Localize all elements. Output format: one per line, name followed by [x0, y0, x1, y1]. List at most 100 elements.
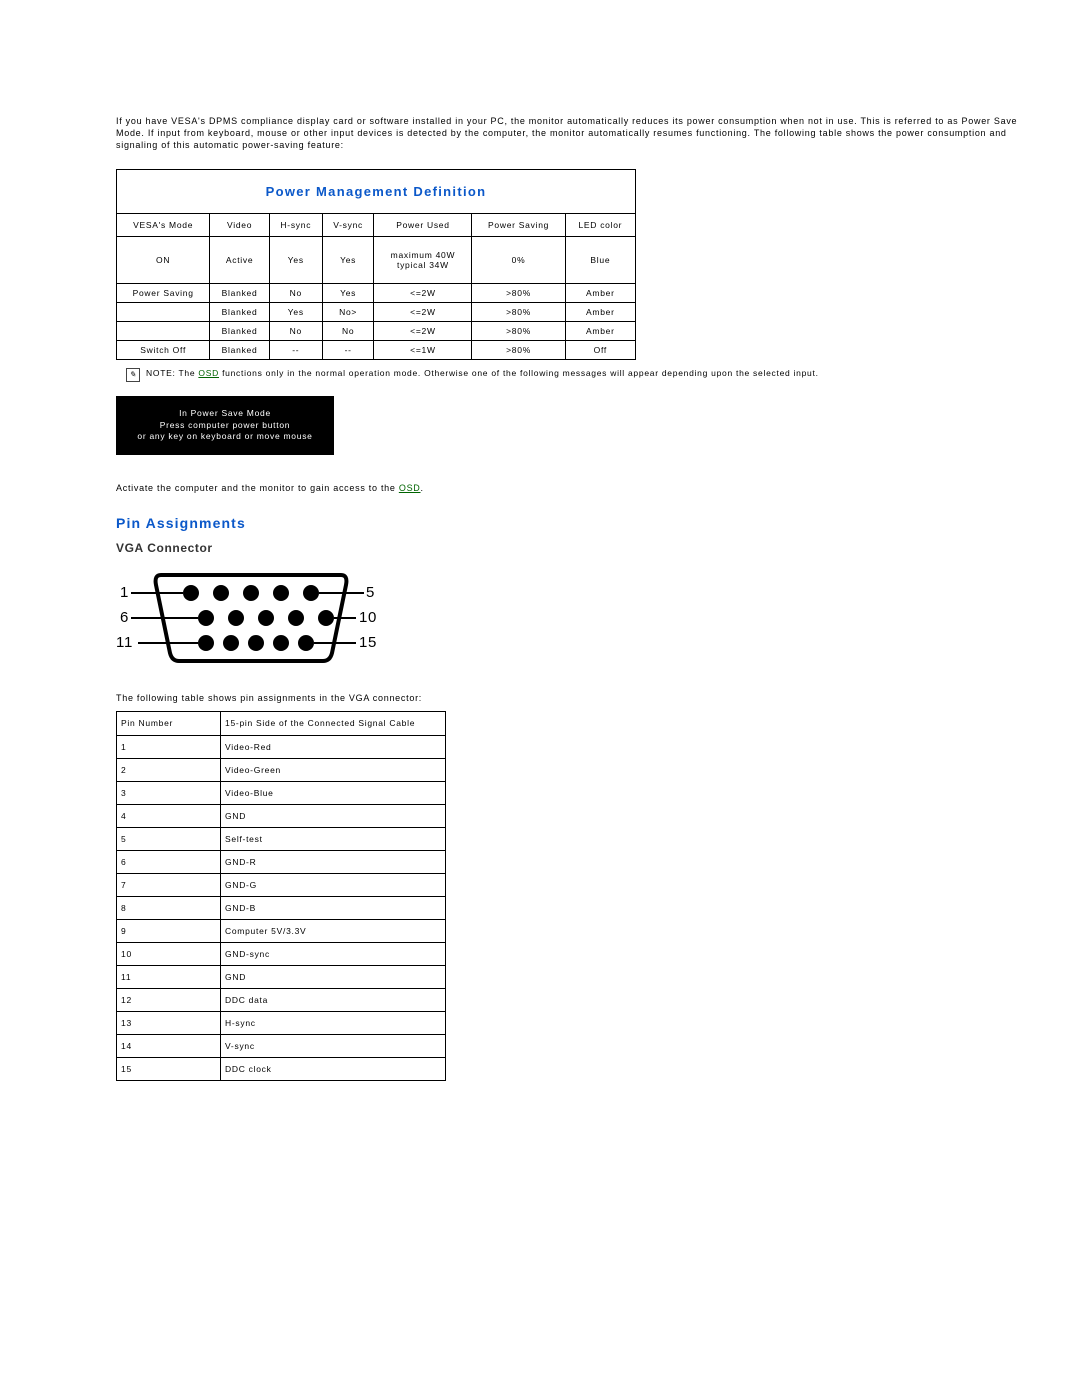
pin-label: 11: [116, 634, 133, 651]
pin-icon: [223, 635, 239, 651]
power-management-table: Power Management Definition VESA's Mode …: [116, 169, 636, 360]
pin-icon: [298, 635, 314, 651]
pm-th: Power Saving: [472, 214, 565, 237]
pin-table-row: 15DDC clock: [117, 1057, 446, 1080]
pin-td: 13: [117, 1011, 221, 1034]
vga-connector-heading: VGA Connector: [116, 541, 1038, 555]
pin-table-row: 6GND-R: [117, 850, 446, 873]
pm-td: Off: [565, 341, 635, 360]
pin-td: GND-R: [221, 850, 446, 873]
pin-td: DDC clock: [221, 1057, 446, 1080]
pin-icon: [248, 635, 264, 651]
vga-connector-diagram: 1 6 11 5 10 15: [116, 563, 376, 673]
pm-td: ON: [117, 237, 210, 284]
pin-td: GND: [221, 965, 446, 988]
pin-table-row: 8GND-B: [117, 896, 446, 919]
pm-td: >80%: [472, 341, 565, 360]
pin-td: Video-Red: [221, 735, 446, 758]
pm-td: <=1W: [374, 341, 472, 360]
pm-td: Amber: [565, 284, 635, 303]
pm-td: Yes: [322, 237, 374, 284]
pm-td: Blanked: [210, 322, 270, 341]
pm-table-header-row: VESA's Mode Video H-sync V-sync Power Us…: [117, 214, 636, 237]
pm-td: <=2W: [374, 322, 472, 341]
pm-td: Blanked: [210, 303, 270, 322]
pin-td: H-sync: [221, 1011, 446, 1034]
blackbox-line: or any key on keyboard or move mouse: [120, 431, 330, 442]
pin-td: GND: [221, 804, 446, 827]
pin-td: 12: [117, 988, 221, 1011]
pin-td: 10: [117, 942, 221, 965]
pin-td: Self-test: [221, 827, 446, 850]
pin-td: GND-G: [221, 873, 446, 896]
pm-table-row: ON Active Yes Yes maximum 40W typical 34…: [117, 237, 636, 284]
pm-th: LED color: [565, 214, 635, 237]
pin-icon: [303, 585, 319, 601]
pin-table-row: 12DDC data: [117, 988, 446, 1011]
pin-label: 6: [120, 609, 129, 626]
pm-th: Power Used: [374, 214, 472, 237]
pin-td: DDC data: [221, 988, 446, 1011]
pin-td: V-sync: [221, 1034, 446, 1057]
pm-td: [117, 303, 210, 322]
pm-td: --: [269, 341, 322, 360]
pin-table-row: 14V-sync: [117, 1034, 446, 1057]
pm-td: >80%: [472, 322, 565, 341]
pm-td: <=2W: [374, 303, 472, 322]
activate-paragraph: Activate the computer and the monitor to…: [116, 483, 1038, 493]
note-icon: ✎: [126, 368, 140, 382]
pm-td: Blue: [565, 237, 635, 284]
pm-td: No>: [322, 303, 374, 322]
pin-label: 1: [120, 584, 129, 601]
pin-table-row: 4GND: [117, 804, 446, 827]
pin-assignment-table: Pin Number 15-pin Side of the Connected …: [116, 711, 446, 1081]
pm-td: Power Saving: [117, 284, 210, 303]
pm-table-row: Switch Off Blanked -- -- <=1W >80% Off: [117, 341, 636, 360]
pin-td: 6: [117, 850, 221, 873]
pin-icon: [288, 610, 304, 626]
pm-td: Blanked: [210, 341, 270, 360]
pin-table-row: 10GND-sync: [117, 942, 446, 965]
pm-td: Switch Off: [117, 341, 210, 360]
note-prefix: NOTE: The: [146, 368, 198, 378]
blackbox-line: Press computer power button: [120, 420, 330, 431]
pin-td: 1: [117, 735, 221, 758]
pin-icon: [243, 585, 259, 601]
pin-table-row: 2Video-Green: [117, 758, 446, 781]
pin-icon: [213, 585, 229, 601]
pm-td: Yes: [269, 303, 322, 322]
para2-prefix: Activate the computer and the monitor to…: [116, 483, 399, 493]
pin-th: Pin Number: [117, 711, 221, 735]
pm-td: <=2W: [374, 284, 472, 303]
pin-td: 14: [117, 1034, 221, 1057]
pin-table-row: 11GND: [117, 965, 446, 988]
pin-td: 3: [117, 781, 221, 804]
pm-table-title: Power Management Definition: [117, 170, 636, 214]
pm-th: VESA's Mode: [117, 214, 210, 237]
pm-table-row: Power Saving Blanked No Yes <=2W >80% Am…: [117, 284, 636, 303]
pin-td: 8: [117, 896, 221, 919]
pin-icon: [228, 610, 244, 626]
pm-td: No: [322, 322, 374, 341]
osd-link[interactable]: OSD: [198, 368, 219, 378]
pin-td: 11: [117, 965, 221, 988]
pm-td: 0%: [472, 237, 565, 284]
pm-td: Active: [210, 237, 270, 284]
pin-td: 5: [117, 827, 221, 850]
pin-td: GND-B: [221, 896, 446, 919]
pm-table-row: Blanked Yes No> <=2W >80% Amber: [117, 303, 636, 322]
note: ✎ NOTE: The OSD functions only in the no…: [116, 368, 1038, 382]
pm-td: Yes: [322, 284, 374, 303]
pin-td: Video-Blue: [221, 781, 446, 804]
power-save-message-box: In Power Save Mode Press computer power …: [116, 396, 334, 454]
intro-paragraph: If you have VESA's DPMS compliance displ…: [116, 115, 1038, 151]
pin-table-row: 5Self-test: [117, 827, 446, 850]
pm-td: No: [269, 284, 322, 303]
note-text: NOTE: The OSD functions only in the norm…: [146, 368, 819, 379]
pin-icon: [273, 635, 289, 651]
pin-table-row: 13H-sync: [117, 1011, 446, 1034]
pin-label: 5: [366, 584, 375, 601]
pin-label: 10: [359, 609, 376, 626]
pm-td: >80%: [472, 284, 565, 303]
osd-link-2[interactable]: OSD: [399, 483, 421, 493]
